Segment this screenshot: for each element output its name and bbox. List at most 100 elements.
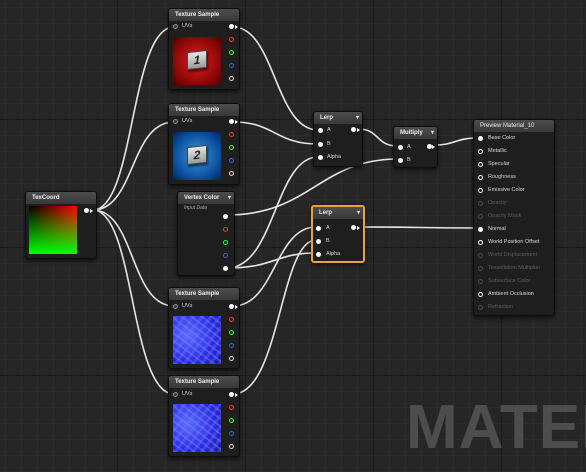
uvs-label: UVs: [182, 23, 193, 29]
rgb-output-pin[interactable]: [229, 119, 234, 124]
wire-vc-to-lerp2alpha: [226, 252, 317, 269]
material-input-label: Opacity Mask: [488, 213, 522, 219]
green-output-pin[interactable]: [229, 50, 234, 55]
node-subtitle: Input Data: [184, 205, 208, 211]
red-output-pin[interactable]: [229, 317, 234, 322]
b-label: B: [326, 238, 330, 244]
output-pin[interactable]: [351, 225, 356, 230]
uvs-label: UVs: [182, 391, 193, 397]
material-input-label: Refraction: [488, 304, 514, 310]
a-input-pin[interactable]: [316, 226, 321, 231]
rgb-output-pin[interactable]: [229, 392, 234, 397]
b-input-pin[interactable]: [318, 142, 323, 147]
material-graph-canvas[interactable]: Texture Sample UVs 1 Texture Sample UVs …: [0, 0, 586, 472]
alpha-input-pin[interactable]: [318, 155, 323, 160]
wire-texcoord-to-tex4: [92, 209, 175, 395]
output-pin[interactable]: [351, 127, 356, 132]
red-output-pin[interactable]: [229, 405, 234, 410]
material-input-pin[interactable]: [478, 305, 483, 310]
material-input-pin[interactable]: [478, 136, 483, 141]
uvs-input-pin[interactable]: [173, 304, 178, 309]
rgb-output-pin[interactable]: [223, 214, 228, 219]
multiply-node[interactable]: Multiply ▾ A B: [393, 126, 438, 168]
uvs-input-pin[interactable]: [173, 24, 178, 29]
material-input-label: Roughness: [488, 174, 516, 180]
material-input-label: Specular: [488, 161, 510, 167]
material-input-label: Metallic: [488, 148, 507, 154]
blue-output-pin[interactable]: [229, 63, 234, 68]
green-output-pin[interactable]: [229, 418, 234, 423]
collapse-chevron-icon[interactable]: ▾: [431, 127, 434, 139]
a-input-pin[interactable]: [398, 145, 403, 150]
material-input-pin[interactable]: [478, 149, 483, 154]
output-arrow-icon: [235, 24, 238, 29]
material-input-pin[interactable]: [478, 240, 483, 245]
texture-preview: [173, 316, 221, 364]
blue-output-pin[interactable]: [229, 431, 234, 436]
blue-output-pin[interactable]: [229, 158, 234, 163]
alpha-output-pin[interactable]: [229, 171, 234, 176]
wire-tex2-to-lerp1b: [232, 121, 319, 145]
rgb-output-pin[interactable]: [229, 24, 234, 29]
texture-preview: [173, 404, 221, 452]
red-output-pin[interactable]: [229, 37, 234, 42]
node-title-text: Lerp: [320, 115, 334, 121]
a-label: A: [407, 144, 411, 150]
output-arrow-icon: [235, 304, 238, 309]
wire-tex4-to-lerp2b: [232, 239, 317, 395]
lerp-node-1[interactable]: Lerp ▾ A B Alpha: [313, 111, 363, 167]
material-input-pin[interactable]: [478, 227, 483, 232]
material-input-pin[interactable]: [478, 266, 483, 271]
material-result-node[interactable]: Preview Material_10 Base Color Metallic Sp…: [473, 119, 555, 316]
output-arrow-icon: [235, 392, 238, 397]
material-input-pin[interactable]: [478, 201, 483, 206]
wire-tex1-to-lerp1a: [232, 26, 319, 131]
alpha-output-pin[interactable]: [229, 76, 234, 81]
collapse-chevron-icon[interactable]: ▾: [356, 112, 359, 124]
red-output-pin[interactable]: [229, 132, 234, 137]
lerp-node-2[interactable]: Lerp ▾ A B Alpha: [311, 205, 365, 263]
vertex-color-node[interactable]: Vertex Color ▾ Input Data: [177, 191, 235, 276]
b-input-pin[interactable]: [316, 239, 321, 244]
texture-sample-node-2[interactable]: Texture Sample UVs 2: [168, 103, 240, 185]
b-input-pin[interactable]: [398, 158, 403, 163]
wire-texcoord-to-tex3: [92, 209, 175, 307]
alpha-output-pin[interactable]: [229, 444, 234, 449]
output-pin[interactable]: [84, 208, 89, 213]
texture-sample-node-3[interactable]: Texture Sample UVs: [168, 287, 240, 369]
a-input-pin[interactable]: [318, 128, 323, 133]
rgb-output-pin[interactable]: [229, 304, 234, 309]
green-output-pin[interactable]: [223, 240, 228, 245]
node-title: Texture Sample: [169, 9, 239, 21]
collapse-chevron-icon[interactable]: ▾: [228, 192, 231, 204]
green-output-pin[interactable]: [229, 330, 234, 335]
material-input-pin[interactable]: [478, 175, 483, 180]
uvs-input-pin[interactable]: [173, 392, 178, 397]
material-input-pin[interactable]: [478, 214, 483, 219]
material-input-pin[interactable]: [478, 279, 483, 284]
alpha-input-pin[interactable]: [316, 252, 321, 257]
node-title: Texture Sample: [169, 376, 239, 388]
watermark-text: MATER: [406, 393, 586, 462]
node-title: Multiply ▾: [394, 127, 437, 139]
texture-sample-node-1[interactable]: Texture Sample UVs 1: [168, 8, 240, 90]
texture-sample-node-4[interactable]: Texture Sample UVs: [168, 375, 240, 457]
blue-output-pin[interactable]: [229, 343, 234, 348]
material-input-pin[interactable]: [478, 162, 483, 167]
collapse-chevron-icon[interactable]: ▾: [357, 207, 360, 219]
alpha-output-pin[interactable]: [223, 266, 228, 271]
red-output-pin[interactable]: [223, 227, 228, 232]
a-label: A: [326, 225, 330, 231]
alpha-label: Alpha: [326, 251, 341, 257]
material-input-pin[interactable]: [478, 253, 483, 258]
texcoord-node[interactable]: TexCoord: [25, 191, 97, 259]
blue-output-pin[interactable]: [223, 253, 228, 258]
green-output-pin[interactable]: [229, 145, 234, 150]
b-label: B: [327, 141, 331, 147]
node-title: Texture Sample: [169, 104, 239, 116]
material-input-pin[interactable]: [478, 292, 483, 297]
material-input-pin[interactable]: [478, 188, 483, 193]
uvs-input-pin[interactable]: [173, 119, 178, 124]
alpha-output-pin[interactable]: [229, 356, 234, 361]
material-input-label: Base Color: [488, 135, 516, 141]
